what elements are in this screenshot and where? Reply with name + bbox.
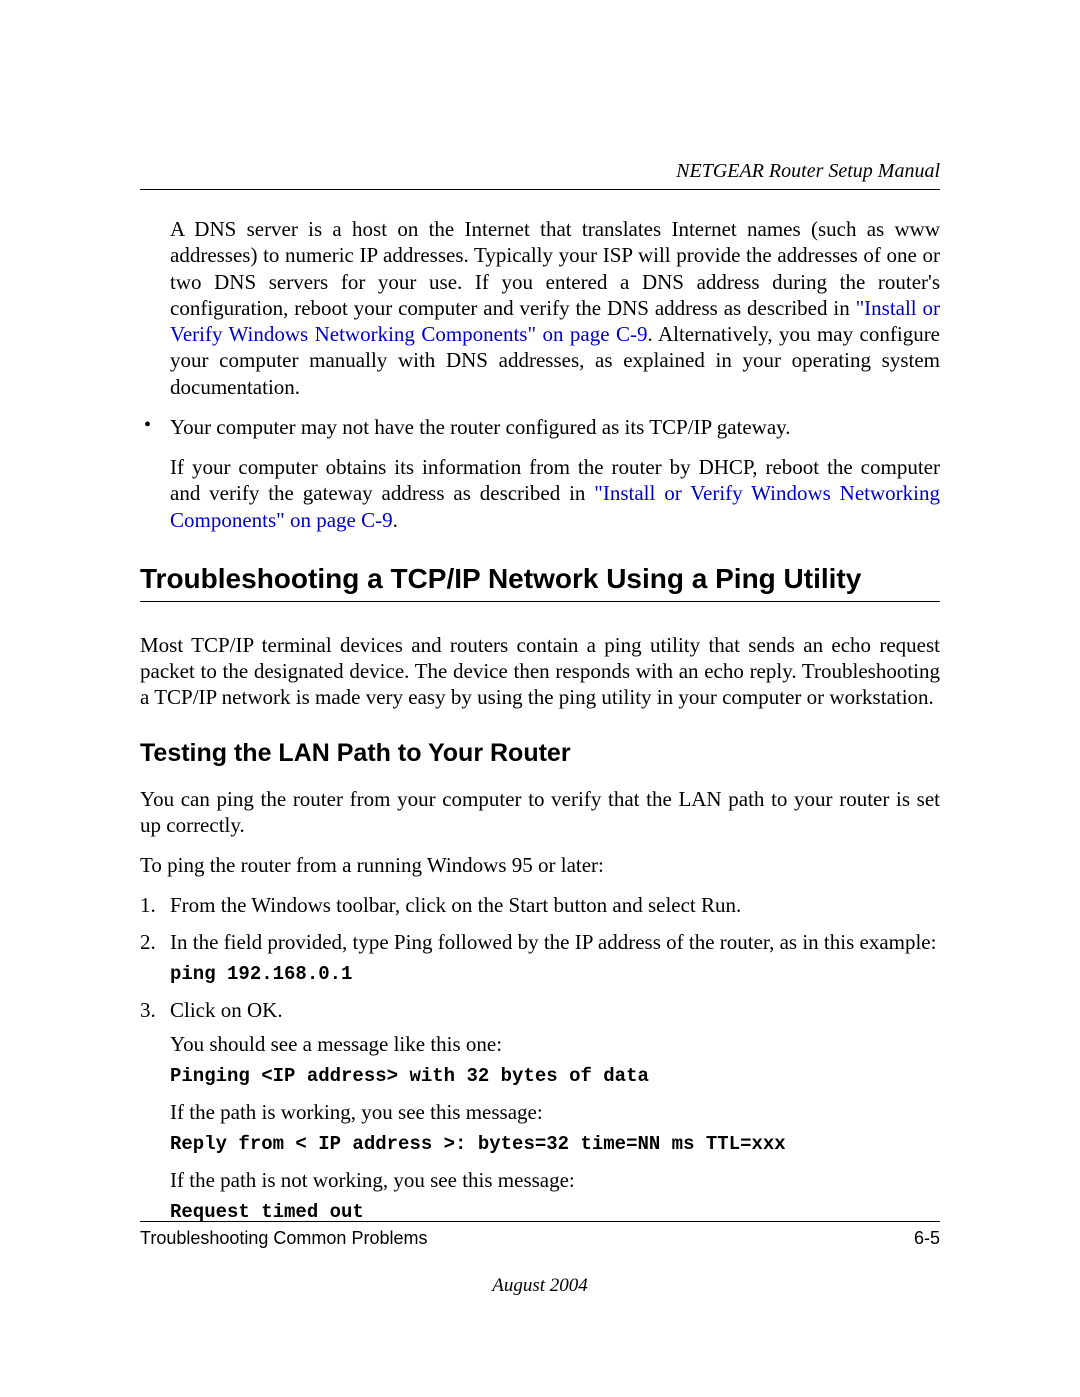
step-2: In the field provided, type Ping followe…: [140, 929, 940, 987]
bullet-detail: If your computer obtains its information…: [170, 454, 940, 533]
section-intro-para: Most TCP/IP terminal devices and routers…: [140, 632, 940, 711]
section-rule: [140, 601, 940, 602]
step-3-text: Click on OK.: [170, 998, 283, 1022]
subsection-para-2: To ping the router from a running Window…: [140, 852, 940, 878]
code-reply-output: Reply from < IP address >: bytes=32 time…: [170, 1133, 940, 1157]
footer-chapter: Troubleshooting Common Problems: [140, 1228, 427, 1249]
intro-text-a: A DNS server is a host on the Internet t…: [170, 217, 940, 320]
code-ping-command: ping 192.168.0.1: [170, 963, 940, 987]
steps-list: From the Windows toolbar, click on the S…: [140, 892, 940, 1225]
bullet-detail-b: .: [393, 508, 398, 532]
subsection-heading-lan: Testing the LAN Path to Your Router: [140, 739, 940, 768]
section-heading-ping: Troubleshooting a TCP/IP Network Using a…: [140, 563, 940, 595]
step-1: From the Windows toolbar, click on the S…: [140, 892, 940, 918]
intro-paragraph: A DNS server is a host on the Internet t…: [170, 216, 940, 400]
page-content: NETGEAR Router Setup Manual A DNS server…: [0, 0, 1080, 1225]
bullet-text: Your computer may not have the router co…: [170, 414, 940, 440]
subsection-para-1: You can ping the router from your comput…: [140, 786, 940, 839]
step-3-msg-intro: You should see a message like this one:: [170, 1031, 940, 1057]
manual-title: NETGEAR Router Setup Manual: [140, 160, 940, 183]
intro-block: A DNS server is a host on the Internet t…: [170, 216, 940, 400]
step-3-working: If the path is working, you see this mes…: [170, 1099, 940, 1125]
footer-rule: [140, 1221, 940, 1222]
page-footer: Troubleshooting Common Problems 6-5 Augu…: [140, 1221, 940, 1297]
footer-page-number: 6-5: [914, 1228, 940, 1249]
step-3: Click on OK. You should see a message li…: [140, 997, 940, 1225]
footer-date: August 2004: [140, 1275, 940, 1297]
code-pinging-output: Pinging <IP address> with 32 bytes of da…: [170, 1065, 940, 1089]
step-3-notworking: If the path is not working, you see this…: [170, 1167, 940, 1193]
step-2-text: In the field provided, type Ping followe…: [170, 930, 936, 954]
step-1-text: From the Windows toolbar, click on the S…: [170, 893, 741, 917]
bullet-item-gateway: Your computer may not have the router co…: [140, 414, 940, 533]
header-rule: [140, 189, 940, 190]
bullet-list: Your computer may not have the router co…: [140, 414, 940, 533]
